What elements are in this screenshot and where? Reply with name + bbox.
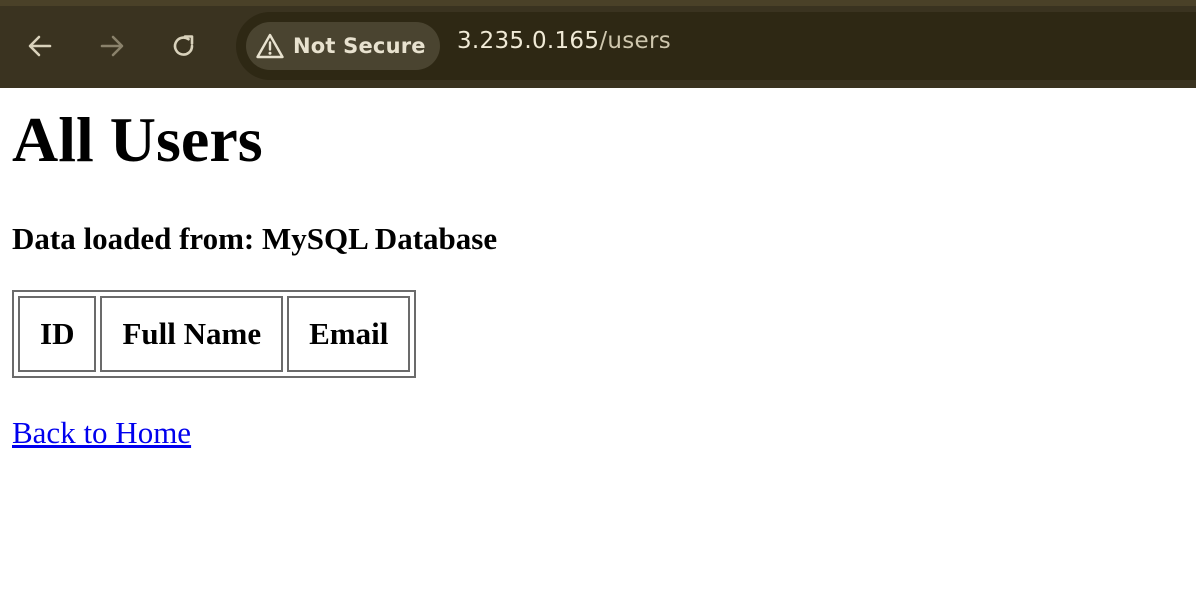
url-host: 3.235.0.165 xyxy=(457,28,600,54)
reload-icon xyxy=(170,32,198,60)
reload-button[interactable] xyxy=(164,26,204,66)
arrow-right-icon xyxy=(98,32,126,60)
table-header-row: ID Full Name Email xyxy=(18,296,411,372)
column-header-id: ID xyxy=(18,296,97,372)
browser-toolbar: Not Secure 3.235.0.165/users xyxy=(0,0,1196,88)
page-content: All Users Data loaded from: MySQL Databa… xyxy=(0,88,1196,606)
back-button[interactable] xyxy=(20,26,60,66)
back-to-home-link[interactable]: Back to Home xyxy=(12,414,191,452)
forward-button[interactable] xyxy=(92,26,132,66)
browser-toolbar-inner: Not Secure 3.235.0.165/users xyxy=(0,6,1196,88)
arrow-left-icon xyxy=(26,32,54,60)
data-source-line: Data loaded from: MySQL Database xyxy=(12,221,498,256)
column-header-email: Email xyxy=(287,296,411,372)
url-path: /users xyxy=(599,28,672,54)
warning-triangle-icon xyxy=(256,32,284,60)
column-header-full-name: Full Name xyxy=(100,296,284,372)
security-label: Not Secure xyxy=(293,34,426,58)
page-title: All Users xyxy=(12,104,263,175)
users-table: ID Full Name Email xyxy=(12,290,417,378)
security-indicator-button[interactable]: Not Secure xyxy=(246,22,440,70)
url-text[interactable]: 3.235.0.165/users xyxy=(457,28,671,54)
